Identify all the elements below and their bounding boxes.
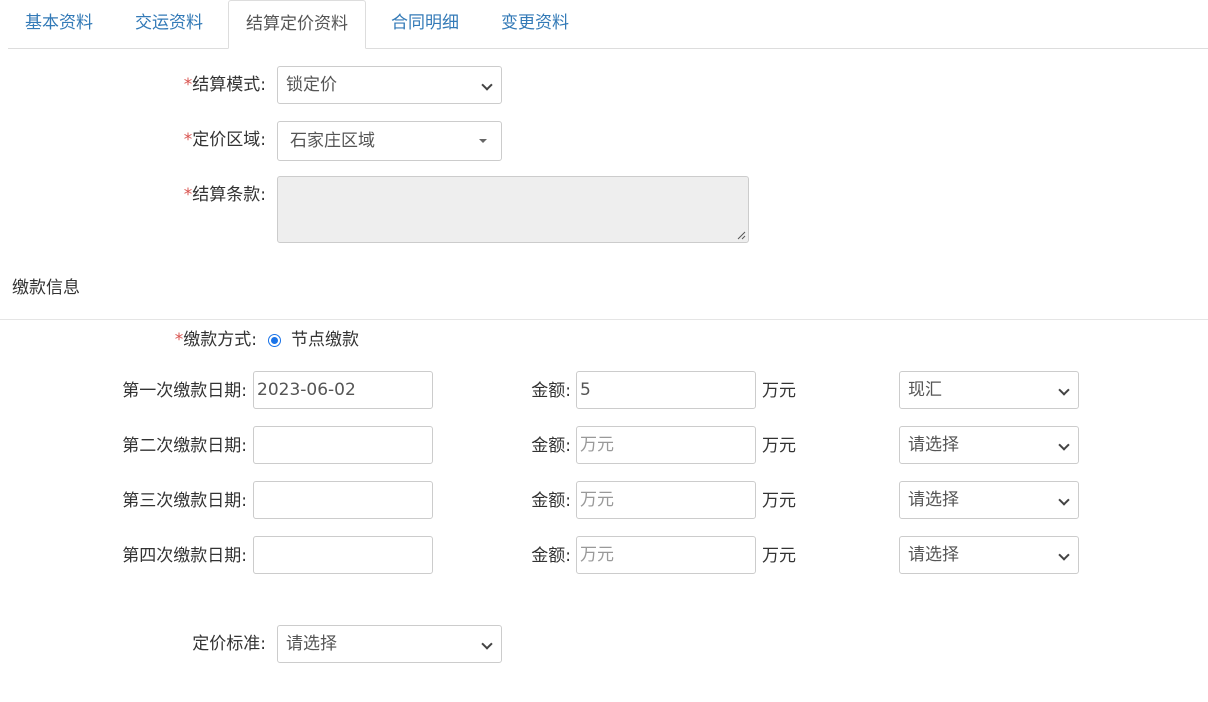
payment-date-input[interactable] (253, 536, 433, 574)
settlement-mode-select[interactable]: 锁定价 (277, 66, 502, 104)
settlement-mode-label: *结算模式: (183, 75, 266, 95)
payment-date-label: 第一次缴款日期: (122, 381, 247, 401)
tab-settlement-pricing[interactable]: 结算定价资料 (228, 0, 366, 49)
pricing-region-label: *定价区域: (183, 130, 266, 150)
tab-bar: 基本资料 交运资料 结算定价资料 合同明细 变更资料 (8, 0, 1208, 49)
resize-grip-icon[interactable] (736, 230, 746, 240)
amount-input[interactable]: 万元 (576, 481, 756, 519)
amount-input[interactable]: 万元 (576, 536, 756, 574)
amount-unit: 万元 (762, 381, 796, 401)
amount-label: 金额: (531, 381, 571, 401)
tab-change-info[interactable]: 变更资料 (484, 0, 586, 48)
required-mark: * (183, 130, 193, 150)
amount-label: 金额: (531, 546, 571, 566)
required-mark: * (183, 75, 193, 95)
payment-date-label: 第四次缴款日期: (122, 546, 247, 566)
payment-type-select[interactable]: 请选择 (899, 426, 1079, 464)
tab-delivery-info[interactable]: 交运资料 (118, 0, 220, 48)
payment-date-input[interactable] (253, 426, 433, 464)
settlement-terms-textarea[interactable] (277, 176, 749, 243)
required-mark: * (174, 330, 184, 350)
section-divider (0, 319, 1208, 320)
amount-unit: 万元 (762, 436, 796, 456)
amount-unit: 万元 (762, 491, 796, 511)
payment-date-input[interactable] (253, 481, 433, 519)
amount-input[interactable]: 5 (576, 371, 756, 409)
tab-contract-details[interactable]: 合同明细 (374, 0, 476, 48)
amount-label: 金额: (531, 491, 571, 511)
payment-type-select[interactable]: 请选择 (899, 536, 1079, 574)
pricing-standard-select[interactable]: 请选择 (277, 625, 502, 663)
payment-method-label: *缴款方式: (174, 330, 257, 350)
amount-input[interactable]: 万元 (576, 426, 756, 464)
amount-unit: 万元 (762, 546, 796, 566)
caret-down-icon (479, 139, 487, 143)
payment-date-input[interactable]: 2023-06-02 (253, 371, 433, 409)
payment-type-select[interactable]: 现汇 (899, 371, 1079, 409)
payment-section-title: 缴款信息 (12, 278, 80, 298)
payment-date-label: 第三次缴款日期: (122, 491, 247, 511)
pricing-standard-label: 定价标准: (192, 634, 266, 654)
settlement-terms-label: *结算条款: (183, 185, 266, 205)
payment-type-select[interactable]: 请选择 (899, 481, 1079, 519)
amount-label: 金额: (531, 436, 571, 456)
payment-date-label: 第二次缴款日期: (122, 436, 247, 456)
required-mark: * (183, 185, 193, 205)
pricing-region-select[interactable]: 石家庄区域 (277, 121, 502, 161)
tab-basic-info[interactable]: 基本资料 (8, 0, 110, 48)
node-payment-radio[interactable] (268, 334, 281, 347)
node-payment-option-label: 节点缴款 (291, 330, 359, 350)
